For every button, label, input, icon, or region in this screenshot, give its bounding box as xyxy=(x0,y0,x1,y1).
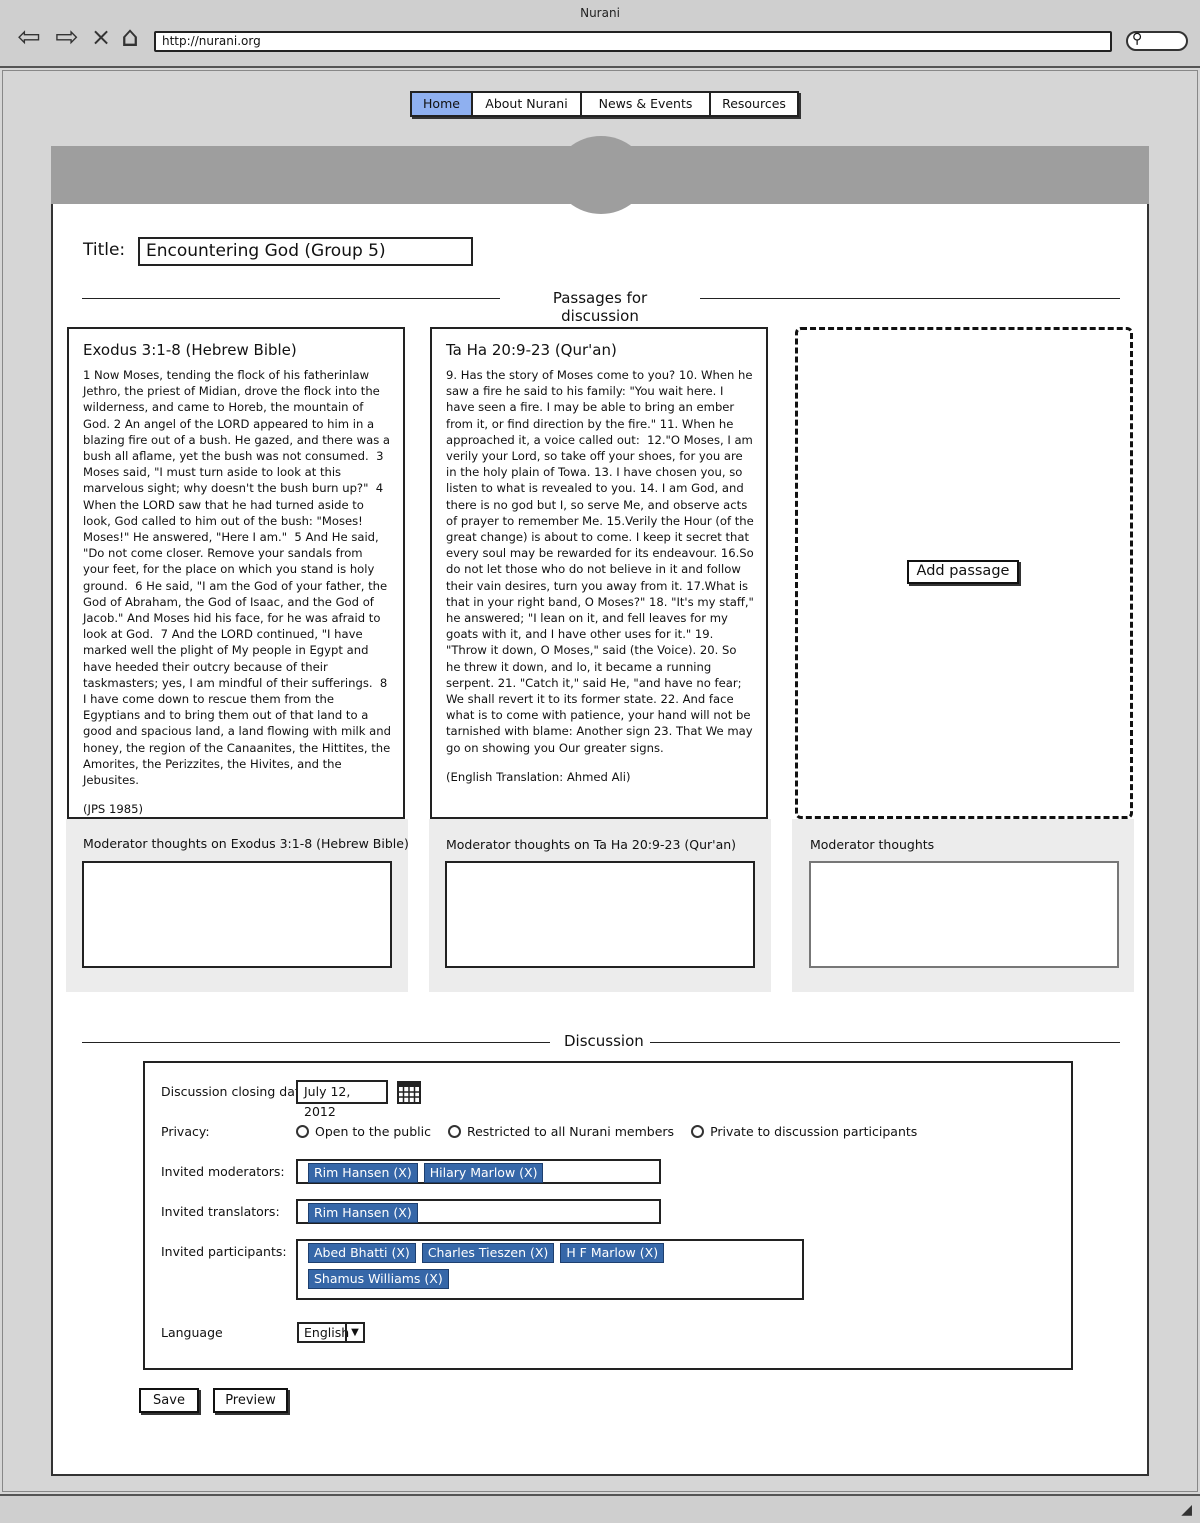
closing-date-label: Discussion closing date: xyxy=(161,1084,312,1099)
radio-circle xyxy=(691,1125,705,1138)
translator-tag[interactable]: Rim Hansen (X) xyxy=(308,1203,418,1223)
closing-date-field[interactable]: July 12, 2012 xyxy=(296,1080,388,1119)
passage-text: 9. Has the story of Moses come to you? 1… xyxy=(446,368,758,755)
passages-heading: Passages for discussion xyxy=(500,289,700,325)
discussion-heading: Discussion xyxy=(550,1032,650,1050)
passage-title: Exodus 3:1-8 (Hebrew Bible) xyxy=(83,341,297,359)
passage-card: Ta Ha 20:9-23 (Qur'an) 9. Has the story … xyxy=(430,327,768,819)
tab-about-nurani[interactable]: About Nurani xyxy=(471,91,580,117)
back-arrow-icon[interactable]: ⇦ xyxy=(14,22,44,52)
dropdown-arrow-icon: ▼ xyxy=(345,1324,363,1341)
forward-arrow-icon[interactable]: ⇨ xyxy=(52,22,82,52)
moderator-thoughts-textarea[interactable] xyxy=(809,861,1119,968)
language-value: English xyxy=(304,1325,350,1340)
participant-tag[interactable]: H F Marlow (X) xyxy=(560,1243,665,1263)
moderator-tag[interactable]: Hilary Marlow (X) xyxy=(423,1163,544,1183)
moderator-thoughts-textarea[interactable] xyxy=(445,861,755,968)
privacy-option-private[interactable]: Private to discussion participants xyxy=(691,1124,917,1139)
save-button[interactable]: Save xyxy=(139,1388,199,1413)
stop-icon[interactable]: × xyxy=(86,22,116,52)
passage-title: Ta Ha 20:9-23 (Qur'an) xyxy=(446,341,617,359)
participant-tag[interactable]: Charles Tieszen (X) xyxy=(421,1243,555,1263)
title-label: Title: xyxy=(83,240,126,260)
window-title: Nurani xyxy=(580,6,620,20)
privacy-radio-group: Open to the public Restricted to all Nur… xyxy=(296,1124,934,1139)
home-icon[interactable]: ⌂ xyxy=(115,22,145,52)
url-bar[interactable]: http://nurani.org xyxy=(154,31,1112,52)
passage-credit: (JPS 1985) xyxy=(83,802,144,817)
top-navigation: Home About Nurani News & Events Resource… xyxy=(410,91,799,117)
title-input[interactable]: Encountering God (Group 5) xyxy=(138,237,473,266)
privacy-option-public[interactable]: Open to the public xyxy=(296,1124,431,1139)
privacy-label: Privacy: xyxy=(161,1124,210,1139)
calendar-icon[interactable] xyxy=(397,1079,421,1105)
moderators-label: Invited moderators: xyxy=(161,1164,285,1179)
translators-label: Invited translators: xyxy=(161,1204,280,1219)
passage-card: Exodus 3:1-8 (Hebrew Bible) 1 Now Moses,… xyxy=(67,327,405,819)
search-icon: ⚲ xyxy=(1132,31,1143,47)
banner xyxy=(51,146,1149,204)
status-bar: ◢ xyxy=(0,1494,1200,1523)
radio-circle xyxy=(447,1125,461,1138)
participants-tag-input[interactable]: Abed Bhatti (X) Charles Tieszen (X) H F … xyxy=(296,1239,804,1300)
browser-search-field[interactable]: ⚲ xyxy=(1126,31,1188,51)
passage-credit: (English Translation: Ahmed Ali) xyxy=(446,769,631,784)
passage-text: 1 Now Moses, tending the flock of his fa… xyxy=(83,368,395,788)
radio-circle xyxy=(296,1125,309,1138)
moderator-thoughts-textarea[interactable] xyxy=(82,861,392,968)
translators-tag-input[interactable]: Rim Hansen (X) xyxy=(296,1199,661,1224)
participant-tag[interactable]: Shamus Williams (X) xyxy=(308,1269,449,1289)
add-passage-button[interactable]: Add passage xyxy=(907,560,1019,584)
tab-news-events[interactable]: News & Events xyxy=(580,91,709,117)
moderator-label: Moderator thoughts xyxy=(810,837,935,852)
moderator-label: Moderator thoughts on Exodus 3:1-8 (Hebr… xyxy=(83,836,409,851)
language-select[interactable]: English ▼ xyxy=(297,1322,365,1343)
participant-tag[interactable]: Abed Bhatti (X) xyxy=(308,1243,416,1263)
tab-resources[interactable]: Resources xyxy=(709,91,799,117)
moderator-tag[interactable]: Rim Hansen (X) xyxy=(308,1163,418,1183)
tab-home[interactable]: Home xyxy=(410,91,471,117)
resize-grip-icon[interactable]: ◢ xyxy=(1181,1502,1192,1518)
moderators-tag-input[interactable]: Rim Hansen (X) Hilary Marlow (X) xyxy=(296,1159,661,1184)
language-label: Language xyxy=(161,1325,223,1340)
participants-label: Invited participants: xyxy=(161,1244,287,1259)
moderator-label: Moderator thoughts on Ta Ha 20:9-23 (Qur… xyxy=(446,837,737,852)
privacy-option-members[interactable]: Restricted to all Nurani members xyxy=(447,1124,674,1139)
preview-button[interactable]: Preview xyxy=(213,1388,288,1413)
